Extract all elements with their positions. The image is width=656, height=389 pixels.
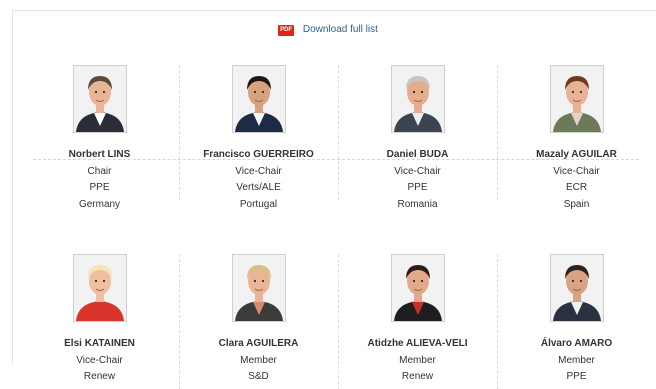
portrait-image <box>232 66 285 132</box>
member-role: Member <box>558 354 595 366</box>
download-full-list-link[interactable]: Download full list <box>303 24 378 35</box>
member-card[interactable]: Norbert LINS Chair PPE Germany <box>20 63 179 213</box>
portrait-image <box>550 255 603 321</box>
member-name[interactable]: Francisco GUERREIRO <box>179 147 338 164</box>
member-name[interactable]: Álvaro AMARO <box>497 336 656 353</box>
row-divider <box>33 159 639 160</box>
member-group: Verts/ALE <box>236 182 281 193</box>
member-name[interactable]: Atidzhe ALIEVA-VELI <box>338 336 497 353</box>
download-bar: PDF Download full list <box>0 24 656 36</box>
member-photo[interactable] <box>231 65 286 133</box>
member-group: ECR <box>565 182 588 193</box>
member-role: Vice-Chair <box>76 354 123 366</box>
member-name[interactable]: Clara AGUILERA <box>179 336 338 353</box>
member-country: Germany <box>78 198 121 210</box>
member-group: Renew <box>83 371 116 382</box>
member-photo[interactable] <box>390 254 445 322</box>
member-country: Romania <box>397 198 438 210</box>
member-card[interactable]: Francisco GUERREIRO Vice-Chair Verts/ALE… <box>179 63 338 213</box>
member-name[interactable]: Elsi KATAINEN <box>20 336 179 353</box>
member-name[interactable]: Norbert LINS <box>20 147 179 164</box>
portrait-image <box>391 66 444 132</box>
pdf-icon: PDF <box>278 25 295 36</box>
member-card[interactable]: Daniel BUDA Vice-Chair PPE Romania <box>338 63 497 213</box>
member-role: Member <box>240 354 277 366</box>
members-row-1: Norbert LINS Chair PPE Germany Francisco… <box>20 63 656 213</box>
member-country: Portugal <box>239 198 278 210</box>
members-grid: Norbert LINS Chair PPE Germany Francisco… <box>20 63 656 389</box>
member-photo[interactable] <box>72 254 127 322</box>
member-group: PPE <box>566 371 587 382</box>
member-card[interactable]: Atidzhe ALIEVA-VELI Member Renew <box>338 252 497 389</box>
member-country: Spain <box>563 198 590 210</box>
member-role: Chair <box>87 165 112 177</box>
member-role: Vice-Chair <box>553 165 600 177</box>
member-photo[interactable] <box>549 254 604 322</box>
portrait-image <box>232 255 285 321</box>
member-card[interactable]: Álvaro AMARO Member PPE <box>497 252 656 389</box>
member-name[interactable]: Daniel BUDA <box>338 147 497 164</box>
member-photo[interactable] <box>72 65 127 133</box>
member-card[interactable]: Clara AGUILERA Member S&D <box>179 252 338 389</box>
member-group: Renew <box>401 371 434 382</box>
portrait-image <box>391 255 444 321</box>
member-card[interactable]: Elsi KATAINEN Vice-Chair Renew <box>20 252 179 386</box>
member-role: Vice-Chair <box>394 165 441 177</box>
member-name[interactable]: Mazaly AGUILAR <box>497 147 656 164</box>
members-row-2: Elsi KATAINEN Vice-Chair Renew Clara AGU… <box>20 252 656 389</box>
member-group: PPE <box>407 182 428 193</box>
member-photo[interactable] <box>390 65 445 133</box>
member-card[interactable]: Mazaly AGUILAR Vice-Chair ECR Spain <box>497 63 656 213</box>
member-role: Member <box>399 354 436 366</box>
portrait-image <box>550 66 603 132</box>
member-group: S&D <box>248 371 269 382</box>
member-photo[interactable] <box>231 254 286 322</box>
member-photo[interactable] <box>549 65 604 133</box>
member-role: Vice-Chair <box>235 165 282 177</box>
member-group: PPE <box>89 182 110 193</box>
portrait-image <box>73 66 126 132</box>
portrait-image <box>73 255 126 321</box>
